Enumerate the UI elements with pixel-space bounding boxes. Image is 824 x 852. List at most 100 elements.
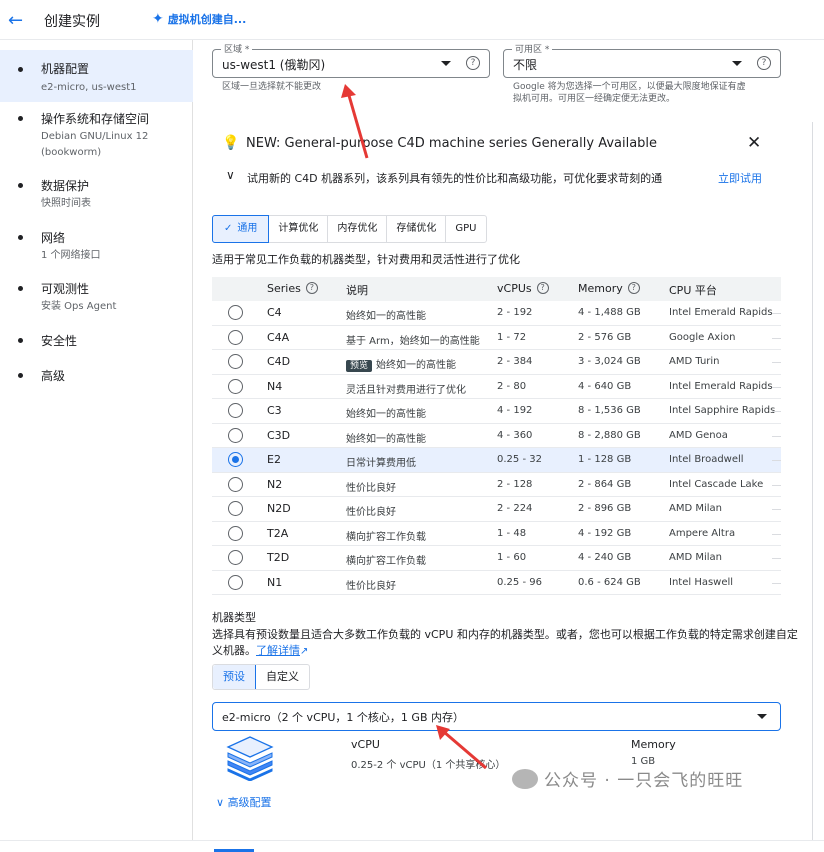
bullet-icon	[18, 373, 23, 378]
sidebar-item-label: 数据保护	[41, 179, 90, 193]
cell-series: E2	[267, 453, 281, 466]
custom-option[interactable]: 自定义	[256, 665, 309, 689]
cell-series: N1	[267, 575, 283, 589]
sidebar-item-sub: 快照时间表	[41, 198, 91, 209]
help-icon[interactable]: ?	[536, 282, 549, 294]
back-arrow-icon[interactable]: ←	[8, 10, 23, 31]
table-row[interactable]: T2A 横向扩容工作负载 1 - 48 4 - 192 GB Ampere Altra	[212, 522, 781, 546]
header-label: Series	[267, 282, 301, 295]
radio-button[interactable]	[228, 574, 243, 590]
bullet-icon	[18, 67, 23, 72]
tab-gpu[interactable]: GPU	[446, 216, 485, 242]
cell-cpu-platform: Intel Emerald Rapids	[669, 380, 773, 392]
cell-desc: 横向扩容工作负载	[346, 552, 426, 567]
sidebar-item-security[interactable]: 安全性	[0, 332, 193, 352]
radio-button[interactable]	[228, 329, 243, 345]
preset-option[interactable]: 预设	[213, 665, 256, 689]
cell-cpu-platform: Google Axion	[669, 331, 736, 343]
cell-vcpus: 2 - 192	[497, 307, 533, 318]
region-value: us-west1 (俄勒冈)	[222, 58, 326, 72]
table-row[interactable]: C4A 基于 Arm，始终如一的高性能 1 - 72 2 - 576 GB Google…	[212, 326, 781, 350]
radio-button[interactable]	[228, 525, 243, 541]
main-content: 区域 * us-west1 (俄勒冈) ? 区域一旦选择就不能更改 可用区 * …	[194, 40, 824, 852]
radio-button[interactable]	[228, 476, 243, 492]
scrollbar[interactable]	[798, 122, 824, 852]
sidebar-item-os-storage[interactable]: 操作系统和存储空间 Debian GNU/Linux 12 (bookworm)	[0, 110, 193, 166]
machine-type-select[interactable]: e2-micro（2 个 vCPU，1 个核心，1 GB 内存）	[212, 702, 781, 731]
row-divider	[772, 435, 781, 437]
tab-memory-optimized[interactable]: 内存优化	[328, 216, 388, 242]
table-row[interactable]: E2 日常计算费用低 0.25 - 32 1 - 128 GB Intel Broadw…	[212, 448, 781, 473]
cell-vcpus: 2 - 128	[497, 478, 533, 490]
cell-desc: 预览 始终如一的高性能	[346, 356, 456, 372]
cell-vcpus: 1 - 72	[497, 331, 527, 343]
cell-desc: 始终如一的高性能	[346, 430, 426, 445]
banner-description: 试用新的 C4D 机器系列，该系列具有领先的性价比和高级功能，可优化要求苛刻的通	[247, 172, 663, 185]
table-row[interactable]: N4 灵活且针对费用进行了优化 2 - 80 4 - 640 GB Intel Emer…	[212, 375, 781, 399]
header-memory: Memory?	[578, 282, 640, 295]
wechat-icon	[512, 769, 538, 789]
cell-vcpus: 1 - 60	[497, 552, 527, 563]
sidebar-item-machine-config[interactable]: 机器配置 e2-micro, us-west1	[0, 50, 193, 102]
chevron-down-icon[interactable]: ∨	[226, 168, 235, 182]
cell-desc: 始终如一的高性能	[346, 405, 426, 420]
radio-button[interactable]	[228, 378, 243, 394]
sidebar-item-network[interactable]: 网络 1 个网络接口	[0, 229, 193, 265]
cell-memory: 0.6 - 624 GB	[578, 576, 641, 588]
help-icon[interactable]: ?	[757, 56, 771, 70]
help-icon[interactable]: ?	[466, 56, 480, 70]
radio-button[interactable]	[228, 403, 243, 418]
zone-hint-line2: 拟机可用。可用区一经确定便无法更改。	[513, 94, 676, 104]
radio-button[interactable]	[228, 501, 243, 516]
sidebar-item-advanced[interactable]: 高级	[0, 367, 193, 387]
cell-series: C4A	[267, 330, 290, 344]
vcpu-value: 0.25-2 个 vCPU（1 个共享核心）	[351, 760, 506, 771]
region-select[interactable]: 区域 * us-west1 (俄勒冈) ?	[212, 42, 490, 78]
dropdown-caret-icon	[732, 61, 742, 66]
learn-more-link[interactable]: 了解详情	[256, 644, 300, 657]
cell-memory: 1 - 128 GB	[578, 454, 632, 465]
vm-create-from-link[interactable]: ✦ 虚拟机创建自...	[152, 11, 246, 27]
tab-storage-optimized[interactable]: 存储优化	[387, 216, 447, 242]
cell-desc-text: 性价比良好	[346, 482, 396, 494]
table-row[interactable]: N1 性价比良好 0.25 - 96 0.6 - 624 GB Intel Haswel…	[212, 571, 781, 595]
help-icon[interactable]: ?	[627, 282, 640, 294]
table-row[interactable]: C3 始终如一的高性能 4 - 192 8 - 1,536 GB Intel Sapph…	[212, 399, 781, 424]
tab-compute-optimized[interactable]: 计算优化	[269, 216, 329, 242]
tab-general[interactable]: ✓ 通用	[212, 215, 270, 243]
vcpu-label: vCPU	[351, 738, 380, 751]
cell-memory: 4 - 192 GB	[578, 527, 632, 539]
family-subtitle: 适用于常见工作负载的机器类型，针对费用和灵活性进行了优化	[212, 253, 520, 266]
series-table: Series? 说明 vCPUs? Memory? CPU 平台 C4 始终如一的…	[212, 277, 781, 595]
radio-button[interactable]	[228, 427, 243, 443]
table-row[interactable]: N2 性价比良好 2 - 128 2 - 864 GB Intel Cascade La…	[212, 473, 781, 497]
table-row[interactable]: N2D 性价比良好 2 - 224 2 - 896 GB AMD Milan	[212, 497, 781, 522]
bottom-divider	[0, 840, 824, 852]
cell-series: C3	[267, 404, 282, 417]
close-icon[interactable]: ✕	[747, 133, 761, 153]
try-now-link[interactable]: 立即试用	[718, 170, 762, 186]
cell-desc: 性价比良好	[346, 479, 396, 494]
row-divider	[772, 411, 781, 412]
cell-cpu-platform: Intel Emerald Rapids	[669, 307, 773, 318]
table-row[interactable]: C4 始终如一的高性能 2 - 192 4 - 1,488 GB Intel Emera…	[212, 301, 781, 326]
header-label: Memory	[578, 282, 623, 295]
cell-series: T2D	[267, 551, 290, 564]
header-label: vCPUs	[497, 282, 532, 295]
cell-cpu-platform: Intel Cascade Lake	[669, 478, 764, 490]
radio-button[interactable]	[228, 550, 243, 565]
zone-select[interactable]: 可用区 * 不限 ?	[503, 42, 781, 78]
help-icon[interactable]: ?	[305, 282, 318, 294]
advanced-config-toggle[interactable]: ∨ 高级配置	[216, 794, 272, 810]
bullet-icon	[18, 235, 23, 240]
table-row[interactable]: C4D 预览 始终如一的高性能 2 - 384 3 - 3,024 GB AMD Turi…	[212, 350, 781, 375]
radio-button[interactable]	[228, 354, 243, 369]
radio-button[interactable]	[228, 305, 243, 320]
cell-cpu-platform: AMD Milan	[669, 552, 722, 563]
sidebar-item-observability[interactable]: 可观测性 安装 Ops Agent	[0, 280, 193, 316]
sidebar-item-data-protection[interactable]: 数据保护 快照时间表	[0, 177, 193, 213]
cell-series: C3D	[267, 428, 291, 442]
table-row[interactable]: T2D 横向扩容工作负载 1 - 60 4 - 240 GB AMD Milan	[212, 546, 781, 571]
radio-button[interactable]	[228, 452, 243, 467]
table-row[interactable]: C3D 始终如一的高性能 4 - 360 8 - 2,880 GB AMD Genoa	[212, 424, 781, 448]
